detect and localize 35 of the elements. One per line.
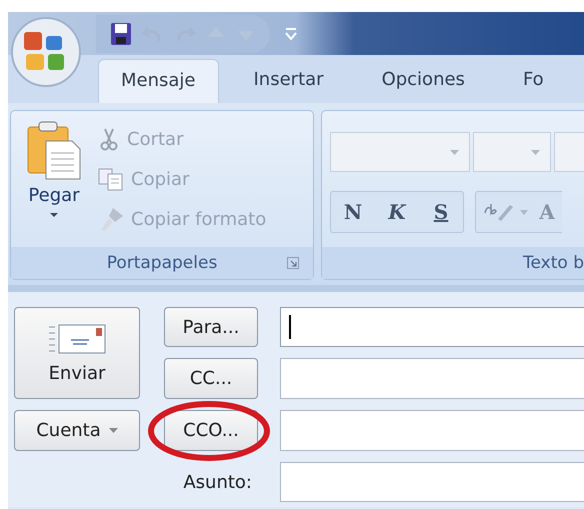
input-field[interactable] xyxy=(280,358,584,399)
caret-icon xyxy=(49,212,59,218)
format-button[interactable]: S xyxy=(419,192,463,232)
envelope-icon xyxy=(47,322,107,354)
account-button[interactable]: Cuenta xyxy=(14,410,140,451)
subject-label: Asunto: xyxy=(183,472,253,492)
input-field[interactable] xyxy=(280,307,584,347)
save-icon[interactable] xyxy=(110,22,132,46)
format-button[interactable]: K xyxy=(375,192,419,232)
format-button[interactable]: N xyxy=(331,192,375,232)
address-button[interactable]: Para... xyxy=(164,307,258,347)
font-dropdown[interactable] xyxy=(330,132,470,172)
input-field[interactable] xyxy=(280,462,584,502)
grow-font-button[interactable] xyxy=(554,132,584,172)
dialog-launcher-icon[interactable] xyxy=(287,257,299,269)
ribbon-tab[interactable]: Mensaje xyxy=(98,59,218,103)
size-dropdown[interactable] xyxy=(473,132,551,172)
caret-icon xyxy=(531,150,540,154)
group-label: Portapapeles xyxy=(106,253,218,273)
highlighter-icon[interactable] xyxy=(482,201,516,223)
copy-icon xyxy=(97,167,125,191)
caret-icon xyxy=(450,150,459,154)
ribbon-tab[interactable]: Insertar xyxy=(230,58,347,103)
group-label: Texto b xyxy=(523,253,584,273)
address-button[interactable]: CC... xyxy=(164,358,258,399)
address-button[interactable]: CCO... xyxy=(164,410,258,451)
input-field[interactable] xyxy=(280,410,584,451)
customize-icon[interactable] xyxy=(284,26,298,40)
clipboard-icon xyxy=(26,119,82,181)
ribbon-tab[interactable]: Fo xyxy=(500,58,567,103)
caret-icon xyxy=(520,210,528,214)
paste-button[interactable]: Pegar xyxy=(19,117,89,241)
caret-icon xyxy=(108,428,118,433)
ribbon-tab[interactable]: Opciones xyxy=(358,58,488,103)
send-button[interactable]: Enviar xyxy=(14,307,140,399)
